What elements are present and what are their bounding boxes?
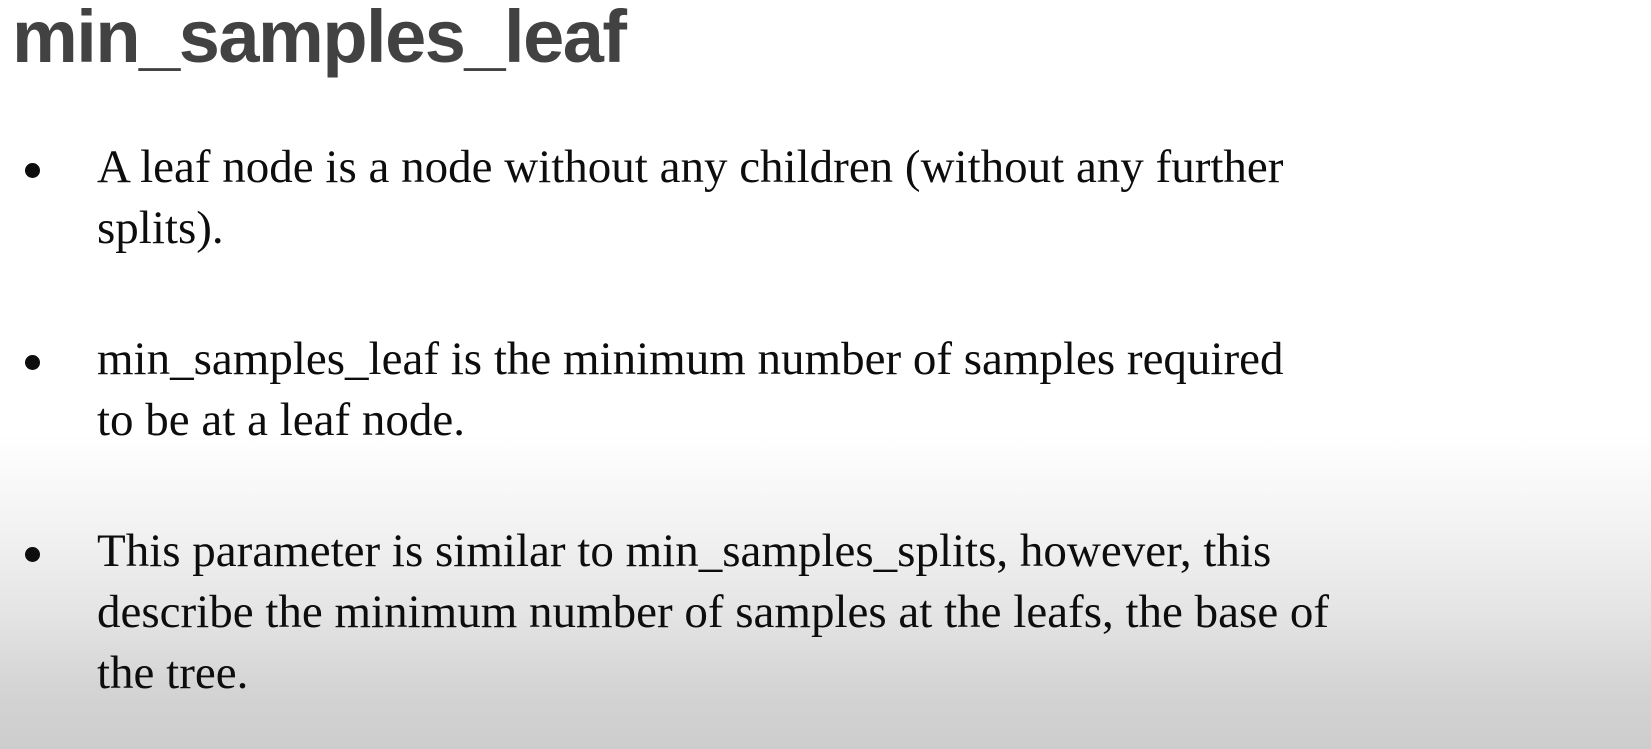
bullet-text: This parameter is similar to min_samples… [97,525,1330,699]
bullet-point-icon [25,355,40,370]
bullet-text: A leaf node is a node without any childr… [97,141,1284,254]
bullet-point-icon [25,163,40,178]
bullet-text: min_samples_leaf is the minimum number o… [97,333,1284,446]
slide: min_samples_leaf A leaf node is a node w… [0,0,1651,749]
slide-title: min_samples_leaf [12,0,627,78]
bullet-point-icon [25,547,40,562]
